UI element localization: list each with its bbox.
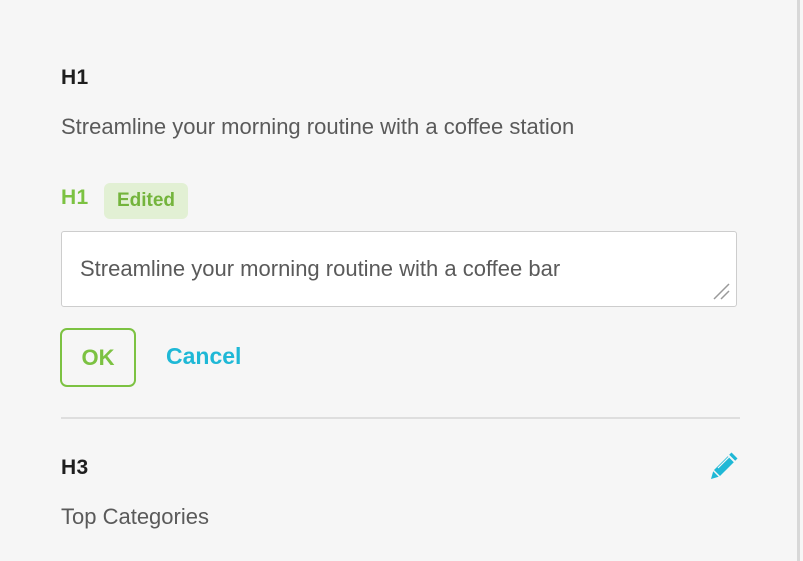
panel-right-border — [797, 0, 800, 561]
edited-badge: Edited — [104, 183, 188, 219]
edited-heading-tag: H1 — [61, 186, 89, 209]
h3-heading-text: Top Categories — [61, 504, 209, 529]
original-heading-text: Streamline your morning routine with a c… — [61, 114, 575, 139]
section-divider — [61, 417, 740, 419]
heading-editor-panel: H1 Streamline your morning routine with … — [0, 0, 800, 561]
pencil-icon[interactable] — [709, 449, 741, 481]
h3-heading-tag: H3 — [61, 456, 89, 479]
resize-handle-icon[interactable] — [712, 282, 730, 300]
heading-input-value[interactable]: Streamline your morning routine with a c… — [80, 256, 560, 282]
original-heading-tag: H1 — [61, 66, 89, 89]
heading-text-input[interactable]: Streamline your morning routine with a c… — [61, 231, 737, 307]
cancel-link[interactable]: Cancel — [166, 343, 241, 370]
ok-button[interactable]: OK — [60, 328, 136, 387]
